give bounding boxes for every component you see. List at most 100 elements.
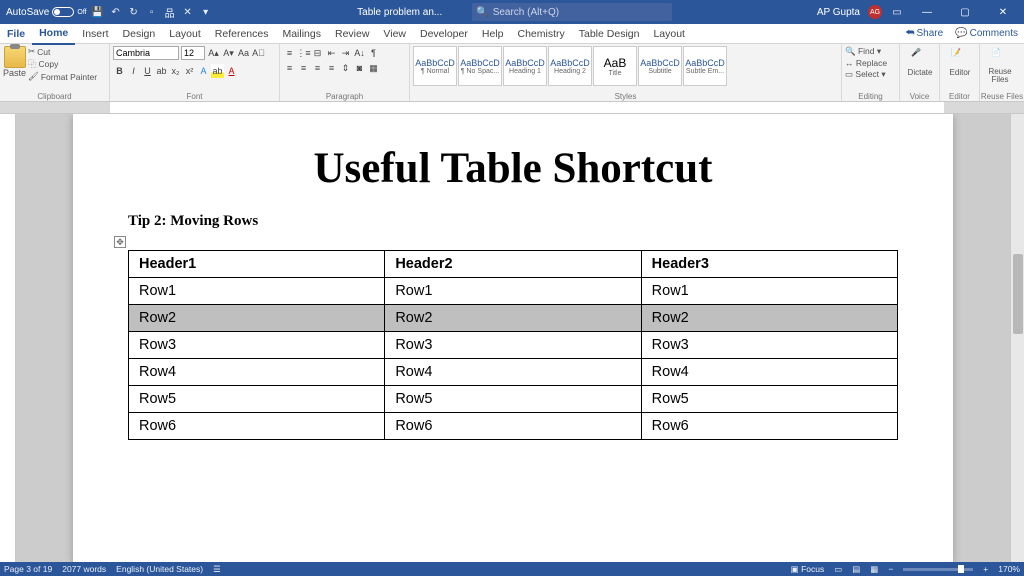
- language-indicator[interactable]: English (United States): [116, 564, 203, 574]
- tab-home[interactable]: Home: [32, 23, 75, 45]
- user-name[interactable]: AP Gupta: [817, 7, 860, 18]
- underline-button[interactable]: U: [141, 64, 154, 78]
- table-cell[interactable]: Row6: [129, 413, 385, 440]
- line-spacing-button[interactable]: ⇕: [339, 61, 352, 75]
- page-indicator[interactable]: Page 3 of 19: [4, 564, 52, 574]
- dictate-button[interactable]: 🎤 Dictate: [903, 46, 937, 77]
- tab-references[interactable]: References: [208, 24, 276, 44]
- style-card[interactable]: AaBbCcDHeading 1: [503, 46, 547, 86]
- vertical-ruler[interactable]: [0, 114, 16, 562]
- subscript-button[interactable]: x₂: [169, 64, 182, 78]
- change-case-button[interactable]: Aa: [237, 46, 250, 60]
- table-cell[interactable]: Row1: [641, 278, 897, 305]
- multilevel-button[interactable]: ⊟: [311, 46, 324, 60]
- table-cell[interactable]: Row3: [641, 332, 897, 359]
- reuse-files-button[interactable]: 📄 Reuse Files: [983, 46, 1017, 84]
- share-button[interactable]: ⮪Share: [899, 28, 949, 39]
- undo-icon[interactable]: ↶: [109, 5, 123, 19]
- table-row[interactable]: Row6Row6Row6: [129, 413, 898, 440]
- maximize-button[interactable]: ▢: [950, 0, 980, 24]
- table-cell[interactable]: Row3: [385, 332, 641, 359]
- zoom-slider[interactable]: [903, 568, 973, 571]
- tip-heading[interactable]: Tip 2: Moving Rows: [128, 213, 898, 230]
- tab-insert[interactable]: Insert: [75, 24, 115, 44]
- table-row[interactable]: Row5Row5Row5: [129, 386, 898, 413]
- tab-file[interactable]: File: [0, 24, 32, 44]
- table-cell[interactable]: Row2: [129, 305, 385, 332]
- italic-button[interactable]: I: [127, 64, 140, 78]
- tab-layout2[interactable]: Layout: [646, 24, 692, 44]
- view-print-icon[interactable]: ▤: [852, 564, 860, 575]
- replace-button[interactable]: ↔ Replace: [845, 58, 887, 68]
- autosave-toggle[interactable]: AutoSave Off: [6, 7, 87, 18]
- table-row[interactable]: Row3Row3Row3: [129, 332, 898, 359]
- table-cell[interactable]: Row4: [129, 359, 385, 386]
- text-effects-button[interactable]: A: [197, 64, 210, 78]
- style-card[interactable]: AaBbCcDSubtle Em...: [683, 46, 727, 86]
- show-marks-button[interactable]: ¶: [367, 46, 380, 60]
- search-input[interactable]: 🔍 Search (Alt+Q): [472, 3, 672, 21]
- table-cell[interactable]: Row5: [641, 386, 897, 413]
- table-row[interactable]: Row1Row1Row1: [129, 278, 898, 305]
- table-cell[interactable]: Row6: [641, 413, 897, 440]
- editor-button[interactable]: 📝 Editor: [943, 46, 977, 77]
- bullets-button[interactable]: ≡: [283, 46, 296, 60]
- shading-button[interactable]: ◙: [353, 61, 366, 75]
- tab-design[interactable]: Design: [116, 24, 163, 44]
- close-button[interactable]: ✕: [988, 0, 1018, 24]
- find-button[interactable]: 🔍 Find ▾: [845, 46, 881, 57]
- decrease-indent-button[interactable]: ⇤: [325, 46, 338, 60]
- document-page[interactable]: Useful Table Shortcut Tip 2: Moving Rows…: [73, 114, 953, 562]
- table-cell[interactable]: Row2: [385, 305, 641, 332]
- format-painter-button[interactable]: 🖌Format Painter: [28, 71, 97, 82]
- shrink-font-button[interactable]: A▾: [222, 46, 235, 60]
- tab-help[interactable]: Help: [475, 24, 511, 44]
- font-color-button[interactable]: A: [225, 64, 238, 78]
- zoom-in-button[interactable]: +: [983, 564, 988, 574]
- avatar[interactable]: AG: [868, 5, 882, 19]
- tab-view[interactable]: View: [376, 24, 413, 44]
- table-cell[interactable]: Row5: [129, 386, 385, 413]
- style-card[interactable]: AaBbCcDSubtitle: [638, 46, 682, 86]
- qat-icon[interactable]: ▫: [145, 5, 159, 19]
- view-web-icon[interactable]: ▦: [870, 564, 878, 575]
- view-readmode-icon[interactable]: ▭: [834, 564, 842, 575]
- tab-mailings[interactable]: Mailings: [275, 24, 328, 44]
- strike-button[interactable]: ab: [155, 64, 168, 78]
- tab-chemistry[interactable]: Chemistry: [510, 24, 571, 44]
- accessibility-icon[interactable]: ☰: [213, 564, 221, 575]
- table-row[interactable]: Row4Row4Row4: [129, 359, 898, 386]
- table-row[interactable]: Row2Row2Row2: [129, 305, 898, 332]
- horizontal-ruler[interactable]: [0, 102, 1024, 114]
- table-cell[interactable]: Row4: [385, 359, 641, 386]
- numbering-button[interactable]: ⋮≡: [297, 46, 310, 60]
- document-name[interactable]: Table problem an...: [357, 7, 442, 18]
- style-card[interactable]: AaBbCcDHeading 2: [548, 46, 592, 86]
- table-header[interactable]: Header3: [641, 251, 897, 278]
- font-family-select[interactable]: [113, 46, 179, 60]
- cut-button[interactable]: ✂Cut: [28, 46, 97, 57]
- save-icon[interactable]: 💾: [91, 5, 105, 19]
- qat-icon[interactable]: 品: [163, 5, 177, 19]
- page-title[interactable]: Useful Table Shortcut: [128, 144, 898, 193]
- table-header[interactable]: Header2: [385, 251, 641, 278]
- superscript-button[interactable]: x²: [183, 64, 196, 78]
- table-move-handle[interactable]: ✥: [114, 236, 126, 248]
- table-cell[interactable]: Row5: [385, 386, 641, 413]
- scrollbar-thumb[interactable]: [1013, 254, 1023, 334]
- word-count[interactable]: 2077 words: [62, 564, 106, 574]
- minimize-button[interactable]: —: [912, 0, 942, 24]
- qat-more-icon[interactable]: ▾: [199, 5, 213, 19]
- style-card[interactable]: AaBbCcD¶ No Spac...: [458, 46, 502, 86]
- sort-button[interactable]: A↓: [353, 46, 366, 60]
- paste-button[interactable]: Paste: [3, 46, 26, 78]
- zoom-out-button[interactable]: −: [888, 564, 893, 574]
- qat-icon[interactable]: ✕: [181, 5, 195, 19]
- tab-review[interactable]: Review: [328, 24, 376, 44]
- highlight-button[interactable]: ab: [211, 64, 224, 78]
- align-left-button[interactable]: ≡: [283, 61, 296, 75]
- style-card[interactable]: AaBTitle: [593, 46, 637, 86]
- grow-font-button[interactable]: A▴: [207, 46, 220, 60]
- tab-layout[interactable]: Layout: [162, 24, 208, 44]
- align-right-button[interactable]: ≡: [311, 61, 324, 75]
